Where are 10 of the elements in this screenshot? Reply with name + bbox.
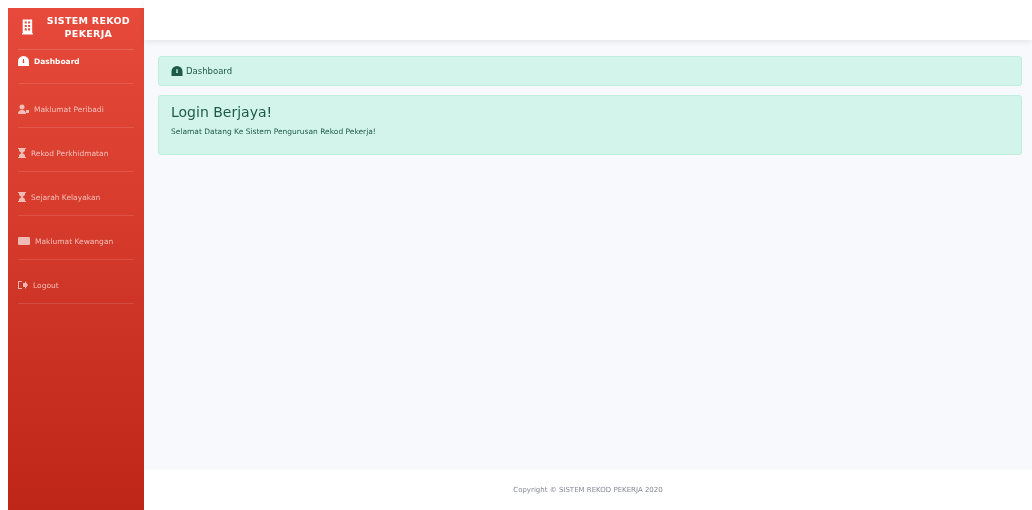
app-title: SISTEM REKOD PEKERJA bbox=[45, 14, 132, 41]
gauge-icon bbox=[171, 66, 183, 76]
breadcrumb-label: Dashboard bbox=[186, 66, 233, 76]
hourglass-icon bbox=[18, 192, 26, 203]
card-icon bbox=[18, 237, 30, 246]
gauge-icon bbox=[18, 56, 29, 67]
user-icon bbox=[18, 104, 29, 115]
alert-title: Login Berjaya! bbox=[171, 104, 274, 120]
logout-icon bbox=[18, 281, 28, 290]
hourglass-icon bbox=[18, 148, 26, 159]
